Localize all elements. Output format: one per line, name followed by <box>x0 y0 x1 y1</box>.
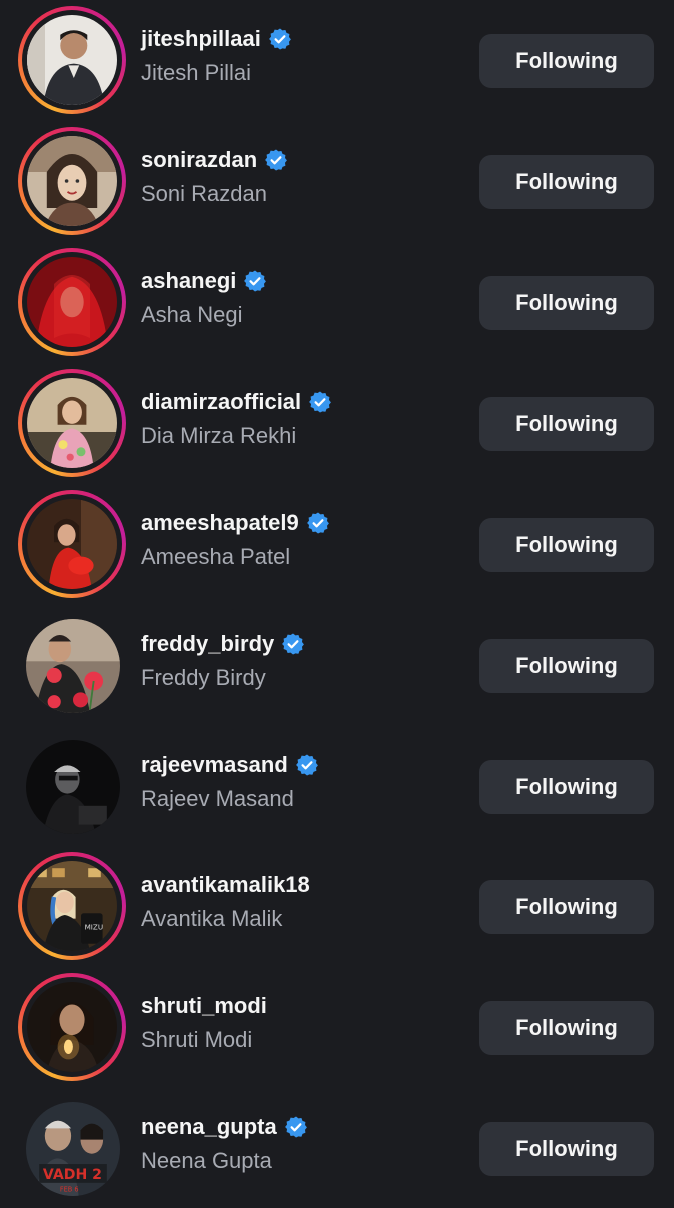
avatar[interactable] <box>18 248 126 356</box>
list-item[interactable]: ashanegi Asha Negi Following <box>0 242 674 362</box>
username[interactable]: jiteshpillaai <box>141 26 292 52</box>
username[interactable]: ameeshapatel9 <box>141 510 330 536</box>
avatar[interactable] <box>18 127 126 235</box>
verified-badge-icon <box>244 270 267 292</box>
full-name: Asha Negi <box>141 302 243 327</box>
verified-badge-icon <box>309 391 332 413</box>
following-button[interactable]: Following <box>479 34 654 88</box>
svg-text:VADH 2: VADH 2 <box>43 1167 102 1183</box>
verified-badge-icon <box>284 1116 307 1138</box>
following-button[interactable]: Following <box>479 639 654 693</box>
list-item[interactable]: ameeshapatel9 Ameesha Patel Following <box>0 484 674 604</box>
following-button[interactable]: Following <box>479 1122 654 1176</box>
avatar[interactable] <box>18 6 126 114</box>
avatar[interactable]: VADH 2 FEB 6 <box>18 1094 126 1202</box>
full-name: Rajeev Masand <box>141 786 294 811</box>
following-button[interactable]: Following <box>479 518 654 572</box>
username[interactable]: neena_gupta <box>141 1114 308 1140</box>
svg-text:MIZU: MIZU <box>85 922 104 931</box>
list-item[interactable]: MIZU avantikamalik18 Avantika Malik Foll… <box>0 846 674 966</box>
verified-badge-icon <box>265 149 288 171</box>
full-name: Freddy Birdy <box>141 665 266 690</box>
avatar[interactable] <box>18 369 126 477</box>
username[interactable]: sonirazdan <box>141 147 288 173</box>
full-name: Avantika Malik <box>141 906 283 931</box>
following-button[interactable]: Following <box>479 760 654 814</box>
full-name: Soni Razdan <box>141 181 267 206</box>
avatar[interactable] <box>18 732 126 840</box>
username[interactable]: freddy_birdy <box>141 631 305 657</box>
username[interactable]: shruti_modi <box>141 993 267 1019</box>
avatar[interactable]: MIZU <box>18 852 126 960</box>
verified-badge-icon <box>282 633 305 655</box>
svg-text:FEB 6: FEB 6 <box>60 1185 79 1193</box>
avatar[interactable] <box>18 611 126 719</box>
full-name: Jitesh Pillai <box>141 60 252 85</box>
full-name: Shruti Modi <box>141 1027 253 1052</box>
verified-badge-icon <box>268 28 291 50</box>
list-item[interactable]: freddy_birdy Freddy Birdy Following <box>0 605 674 725</box>
following-button[interactable]: Following <box>479 1001 654 1055</box>
full-name: Dia Mirza Rekhi <box>141 423 297 448</box>
following-button[interactable]: Following <box>479 155 654 209</box>
following-list: jiteshpillaai Jitesh Pillai Following so… <box>0 0 674 1200</box>
avatar[interactable] <box>18 490 126 598</box>
list-item[interactable]: VADH 2 FEB 6 neena_gupta Neena Gupta Foll… <box>0 1088 674 1208</box>
username[interactable]: ashanegi <box>141 268 267 294</box>
following-button[interactable]: Following <box>479 880 654 934</box>
full-name: Neena Gupta <box>141 1148 272 1173</box>
following-button[interactable]: Following <box>479 276 654 330</box>
list-item[interactable]: rajeevmasand Rajeev Masand Following <box>0 726 674 846</box>
following-button[interactable]: Following <box>479 397 654 451</box>
verified-badge-icon <box>306 512 329 534</box>
full-name: Ameesha Patel <box>141 544 291 569</box>
avatar[interactable] <box>18 973 126 1081</box>
list-item[interactable]: diamirzaofficial Dia Mirza Rekhi Followi… <box>0 363 674 483</box>
list-item[interactable]: sonirazdan Soni Razdan Following <box>0 121 674 241</box>
username[interactable]: avantikamalik18 <box>141 872 310 898</box>
username[interactable]: diamirzaofficial <box>141 389 332 415</box>
verified-badge-icon <box>295 754 318 776</box>
list-item[interactable]: jiteshpillaai Jitesh Pillai Following <box>0 0 674 120</box>
username[interactable]: rajeevmasand <box>141 752 319 778</box>
list-item[interactable]: shruti_modi Shruti Modi Following <box>0 967 674 1087</box>
